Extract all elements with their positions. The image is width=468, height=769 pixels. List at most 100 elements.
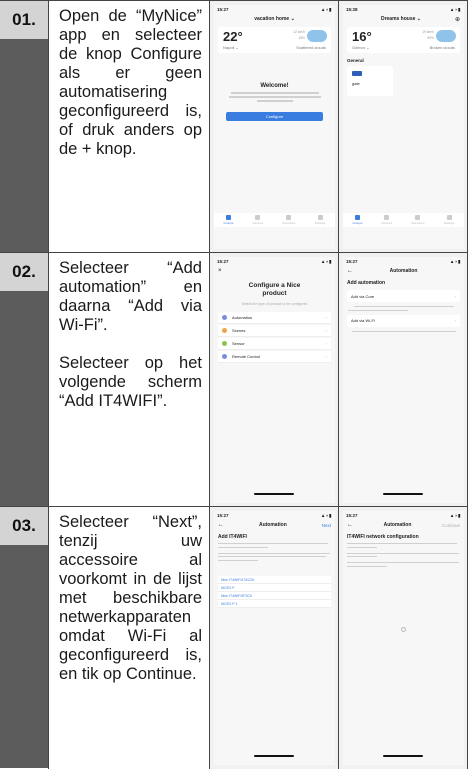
gear-icon: [446, 215, 452, 220]
gate-device-card[interactable]: gate: [347, 66, 393, 96]
continue-button[interactable]: Continue: [442, 523, 460, 528]
tab-groups[interactable]: Groups: [353, 215, 362, 225]
screenshot-home-empty: 15:27 ▲◗▮ vacation home ⌄ 22° 12 km/h 15%…: [210, 1, 339, 253]
tab-scenarios[interactable]: Scenarios: [411, 215, 425, 225]
card-description-placeholder: [348, 330, 459, 332]
wind-stat: 19 km/h: [422, 30, 434, 34]
home-icon: [354, 215, 360, 220]
automation-icon: [222, 315, 227, 320]
tab-devices[interactable]: Devices: [252, 215, 263, 225]
instruction-sheet: 01. Open de “MyNice” app en selecteer de…: [0, 0, 468, 769]
network-item[interactable]: Nice IT4WIFI47AC26: [218, 575, 331, 584]
weather-card: 16° 19 km/h 60% Oderzo ⌄ Broken clouds: [347, 27, 460, 53]
home-indicator: [254, 493, 294, 495]
temperature: 16°: [352, 29, 372, 44]
sensor-icon: [222, 341, 227, 346]
weather-card: 22° 12 km/h 15% Napoli ⌄ Scattered cloud…: [218, 27, 331, 53]
menu-item-remote-control[interactable]: Remote Control ›: [218, 351, 331, 363]
status-signal-icon: ▲◗▮: [320, 7, 332, 12]
page-title: Add IT4WIFI: [218, 534, 247, 540]
welcome-text-placeholder: [226, 92, 323, 102]
home-selector[interactable]: vacation home ⌄: [218, 16, 331, 22]
step-paragraph: Selecteer “Add automation” en daarna “Ad…: [59, 259, 202, 334]
network-item[interactable]: Nice IT4WIFI2F3C9: [218, 591, 331, 600]
status-time: 15:27: [346, 513, 358, 518]
tab-settings[interactable]: Settings: [444, 215, 454, 225]
step-paragraph: Selecteer op het volgende scherm “Add IT…: [59, 354, 202, 410]
phone-screen: 15:27 ▲◗▮ × Configure a Nice product Sele…: [214, 257, 335, 503]
add-via-core-card[interactable]: Add via Core ›: [347, 290, 460, 302]
status-signal-icon: ▲◗▮: [449, 513, 461, 518]
step-number: 02.: [0, 253, 48, 291]
card-description-placeholder: [348, 306, 459, 311]
tab-devices[interactable]: Devices: [381, 215, 392, 225]
menu-item-automation[interactable]: Automation ›: [218, 312, 331, 324]
chevron-right-icon: ›: [454, 318, 456, 323]
loading-spinner-icon: [401, 627, 406, 632]
status-signal-icon: ▲◗▮: [449, 259, 461, 264]
phone-screen: 15:27 ▲◗▮ ← Automation Next Add IT4WIFI Nic…: [214, 511, 335, 765]
tab-groups[interactable]: Groups: [224, 215, 233, 225]
humidity-stat: 60%: [427, 36, 434, 40]
phone-screen: 15:27 ▲◗▮ ← Automation Continue IT4WIFI net…: [343, 511, 464, 765]
city-selector[interactable]: Napoli ⌄: [223, 45, 239, 50]
step-number: 01.: [0, 1, 48, 39]
status-signal-icon: ▲◗▮: [320, 513, 332, 518]
city-selector[interactable]: Oderzo ⌄: [352, 45, 370, 50]
device-icon: [384, 215, 390, 220]
next-button[interactable]: Next: [322, 523, 331, 528]
scenario-icon: [286, 215, 292, 220]
device-icon: [255, 215, 261, 220]
screenshot-add-it4wifi: 15:27 ▲◗▮ ← Automation Next Add IT4WIFI Nic…: [210, 507, 339, 769]
step-paragraph: Open de “MyNice” app en selecteer de kno…: [59, 7, 202, 158]
close-icon[interactable]: ×: [218, 268, 222, 274]
configure-button[interactable]: Configure: [226, 111, 323, 121]
weather-condition: Broken clouds: [429, 45, 455, 50]
step-text: Selecteer “Next”, tenzij uw accessoire a…: [48, 507, 210, 769]
chevron-right-icon: ›: [454, 293, 456, 299]
screenshot-network-configuration: 15:27 ▲◗▮ ← Automation Continue IT4WIFI net…: [339, 507, 468, 769]
chevron-right-icon: ›: [325, 341, 327, 346]
phone-screen: 15:27 ▲◗▮ ← Automation Add automation Add …: [343, 257, 464, 503]
add-via-wifi-card[interactable]: Add via Wi-Fi ›: [347, 314, 460, 327]
remote-icon: [222, 354, 227, 359]
temperature: 22°: [223, 29, 243, 44]
network-item[interactable]: NICE0 P: [218, 583, 331, 592]
instructions-placeholder: [347, 543, 460, 567]
step-03: 03. Selecteer “Next”, tenzij uw accessoi…: [0, 506, 468, 769]
welcome-heading: Welcome!: [260, 83, 289, 89]
header-title: Automation: [258, 522, 287, 528]
gate-icon: [352, 71, 362, 76]
gear-icon: [317, 215, 323, 220]
step-text: Selecteer “Add automation” en daarna “Ad…: [48, 253, 210, 507]
status-time: 15:27: [346, 259, 358, 264]
menu-item-sensor[interactable]: Sensor ›: [218, 338, 331, 350]
add-icon[interactable]: ⊕: [455, 16, 460, 23]
screen-title: Configure a Nice product: [248, 282, 301, 297]
tab-bar: Groups Devices Scenarios Settings: [343, 213, 464, 227]
cloud-icon: [436, 30, 456, 42]
step-paragraph: Selecteer “Next”, tenzij uw accessoire a…: [59, 513, 202, 683]
screenshot-add-automation: 15:27 ▲◗▮ ← Automation Add automation Add …: [339, 253, 468, 507]
wind-stat: 12 km/h: [293, 30, 305, 34]
header-title: Automation: [383, 522, 412, 528]
network-item[interactable]: NICE0 P 1: [218, 599, 331, 608]
home-indicator: [254, 755, 294, 757]
phone-screen: 15:27 ▲◗▮ vacation home ⌄ 22° 12 km/h 15%…: [214, 5, 335, 249]
status-time: 15:28: [346, 7, 358, 12]
scenario-icon: [415, 215, 421, 220]
step-number: 03.: [0, 507, 48, 545]
status-signal-icon: ▲◗▮: [320, 259, 332, 264]
screenshot-configure-product: 15:27 ▲◗▮ × Configure a Nice product Sele…: [210, 253, 339, 507]
instructions-placeholder: [218, 543, 331, 561]
tab-settings[interactable]: Settings: [315, 215, 325, 225]
home-icon: [225, 215, 231, 220]
home-selector[interactable]: Dreams house ⌄: [347, 16, 455, 22]
step-01: 01. Open de “MyNice” app en selecteer de…: [0, 0, 468, 253]
status-signal-icon: ▲◗▮: [449, 7, 461, 12]
step-text: Open de “MyNice” app en selecteer de kno…: [48, 1, 210, 253]
tab-scenarios[interactable]: Scenarios: [282, 215, 296, 225]
humidity-stat: 15%: [298, 36, 305, 40]
chevron-right-icon: ›: [325, 328, 327, 333]
menu-item-scenes[interactable]: Scenes ›: [218, 325, 331, 337]
